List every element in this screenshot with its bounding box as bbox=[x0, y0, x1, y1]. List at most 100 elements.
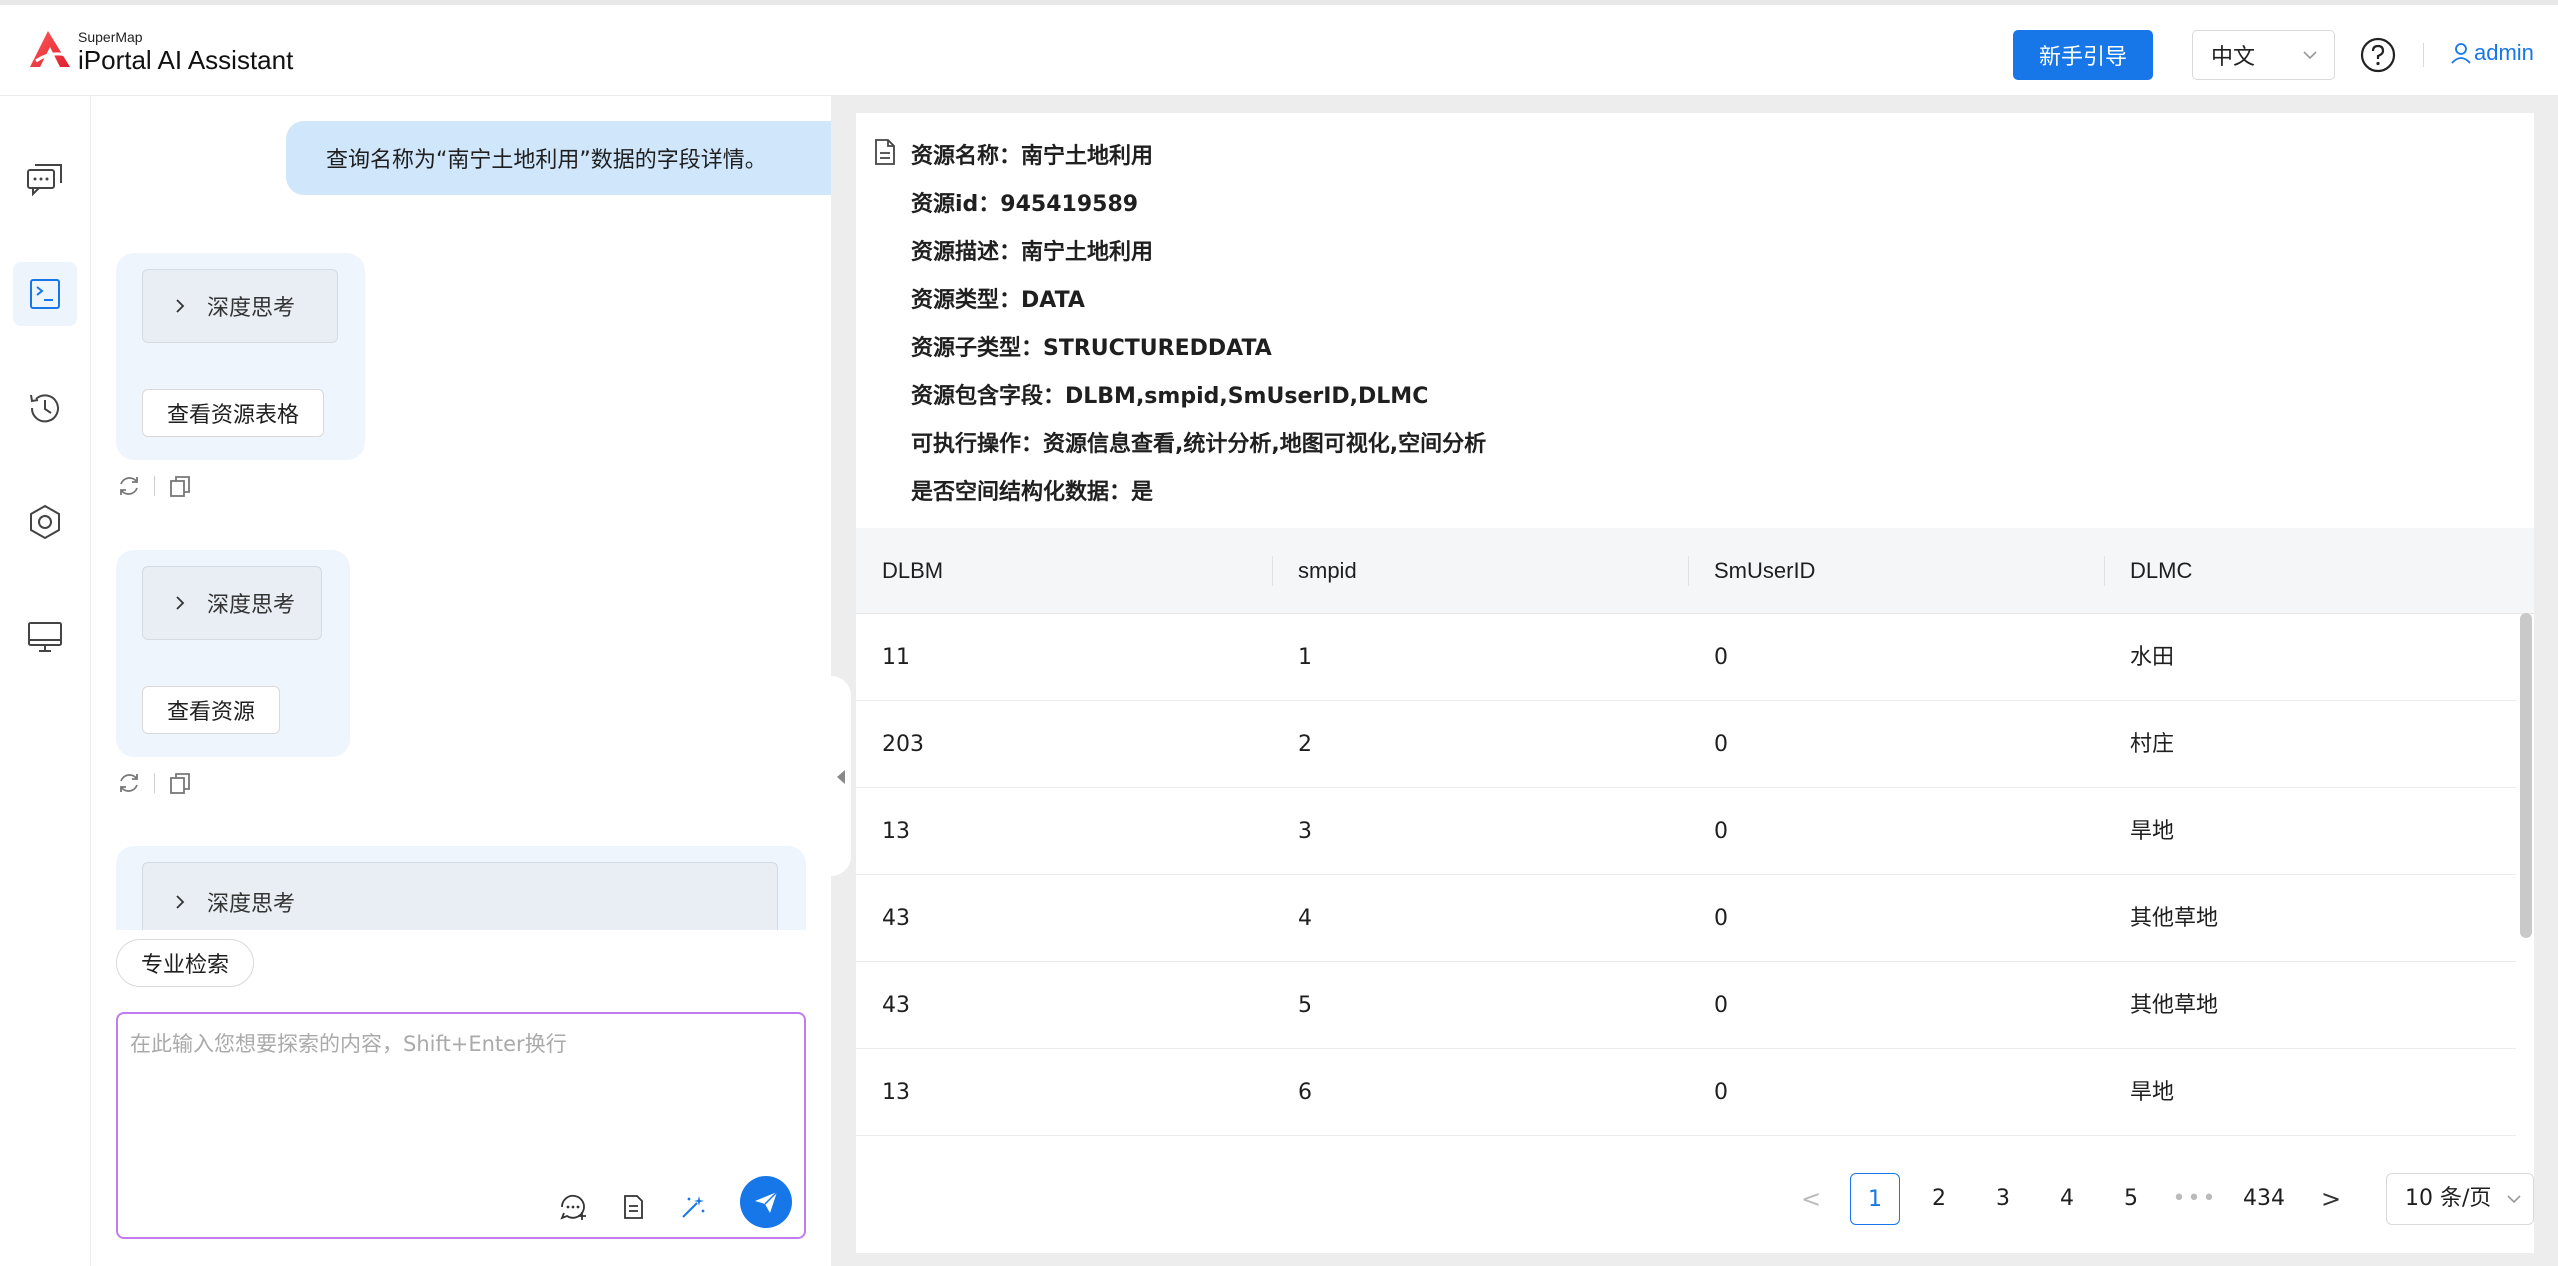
hexagon-settings-icon bbox=[30, 504, 60, 540]
column-header-smpid[interactable]: smpid bbox=[1272, 528, 1357, 614]
chat-input-box bbox=[116, 1012, 806, 1239]
nav-terminal[interactable] bbox=[13, 262, 77, 326]
table-cell: 旱地 bbox=[2130, 1080, 2175, 1105]
table-row[interactable]: 43 5 0 其他草地 bbox=[856, 962, 2516, 1049]
user-menu[interactable]: admin bbox=[2450, 40, 2534, 66]
logo: SuperMap iPortal AI Assistant bbox=[26, 27, 293, 73]
user-name: admin bbox=[2474, 40, 2534, 65]
paper-plane-icon bbox=[755, 1191, 778, 1213]
table-body: 11 1 0 水田 203 2 0 村庄 13 3 0 旱地 43 4 0 其他… bbox=[856, 614, 2516, 1139]
copy-icon[interactable] bbox=[167, 473, 193, 499]
page-1-button[interactable]: 1 bbox=[1850, 1173, 1900, 1225]
column-header-smuserid[interactable]: SmUserID bbox=[1688, 528, 1815, 614]
table-row[interactable]: 43 4 0 其他草地 bbox=[856, 875, 2516, 962]
table-cell: 4 bbox=[1298, 906, 1312, 931]
chat-panel: 查询名称为“南宁土地利用”数据的字段详情。 深度思考 查看资源表格 深度思考 查… bbox=[91, 96, 896, 1266]
send-button[interactable] bbox=[740, 1176, 792, 1228]
header-divider bbox=[2423, 43, 2424, 67]
page-size-value: 10 条/页 bbox=[2405, 1186, 2492, 1211]
magic-wand-icon[interactable] bbox=[678, 1192, 708, 1222]
message-actions bbox=[116, 473, 193, 499]
column-header-dlbm[interactable]: DLBM bbox=[856, 528, 943, 614]
table-cell: 0 bbox=[1714, 645, 1728, 670]
action-separator bbox=[154, 773, 155, 793]
supermap-logo-icon bbox=[30, 31, 70, 67]
ai-response-card: 深度思考 bbox=[116, 846, 806, 930]
help-icon[interactable] bbox=[2359, 36, 2397, 74]
table-cell: 水田 bbox=[2130, 645, 2175, 670]
table-cell: 其他草地 bbox=[2130, 993, 2219, 1018]
table-row[interactable]: 11 1 0 水田 bbox=[856, 614, 2516, 701]
chat-bubbles-icon bbox=[27, 164, 62, 197]
left-nav-rail bbox=[0, 96, 91, 1266]
resource-subtype: 资源子类型：STRUCTUREDDATA bbox=[911, 336, 1272, 361]
table-header: DLBM smpid SmUserID DLMC bbox=[856, 528, 2534, 614]
view-resource-button[interactable]: 查看资源 bbox=[142, 686, 281, 734]
pro-search-chip[interactable]: 专业检索 bbox=[116, 939, 255, 987]
deep-think-label: 深度思考 bbox=[207, 296, 296, 321]
ai-response-card: 深度思考 查看资源 bbox=[116, 550, 350, 757]
top-bar: SuperMap iPortal AI Assistant 新手引导 中文 ad… bbox=[0, 0, 2558, 96]
table-cell: 13 bbox=[882, 1080, 910, 1105]
page-5-button[interactable]: 5 bbox=[2106, 1173, 2156, 1225]
table-cell: 43 bbox=[882, 993, 910, 1018]
nav-settings[interactable] bbox=[13, 490, 77, 554]
resource-type: 资源类型：DATA bbox=[911, 288, 1085, 313]
deep-think-toggle[interactable]: 深度思考 bbox=[142, 566, 322, 640]
resource-fields: 资源包含字段：DLBM,smpid,SmUserID,DLMC bbox=[911, 384, 1429, 409]
panel-splitter[interactable] bbox=[831, 96, 856, 1266]
app-title: iPortal AI Assistant bbox=[78, 45, 294, 75]
copy-icon[interactable] bbox=[167, 770, 193, 796]
table-cell: 0 bbox=[1714, 1080, 1728, 1105]
next-page-button[interactable]: > bbox=[2306, 1173, 2356, 1225]
nav-monitor[interactable] bbox=[13, 604, 77, 668]
deep-think-label: 深度思考 bbox=[207, 892, 296, 917]
jump-pages-button[interactable]: ••• bbox=[2170, 1173, 2220, 1225]
table-scrollbar[interactable] bbox=[2520, 613, 2532, 938]
resource-operations: 可执行操作：资源信息查看,统计分析,地图可视化,空间分析 bbox=[911, 432, 1487, 457]
chat-input[interactable] bbox=[130, 1028, 780, 1148]
page-3-button[interactable]: 3 bbox=[1978, 1173, 2028, 1225]
nav-history[interactable] bbox=[13, 376, 77, 440]
table-cell: 3 bbox=[1298, 819, 1312, 844]
column-header-dlmc[interactable]: DLMC bbox=[2104, 528, 2192, 614]
table-cell: 5 bbox=[1298, 993, 1312, 1018]
chevron-right-icon bbox=[176, 299, 185, 313]
nav-chat[interactable] bbox=[13, 148, 77, 212]
table-cell: 其他草地 bbox=[2130, 906, 2219, 931]
table-row[interactable]: 13 3 0 旱地 bbox=[856, 788, 2516, 875]
chevron-right-icon bbox=[176, 596, 185, 610]
prev-page-button[interactable]: < bbox=[1786, 1173, 1836, 1225]
table-cell: 0 bbox=[1714, 993, 1728, 1018]
file-icon bbox=[875, 139, 895, 165]
last-page-button[interactable]: 434 bbox=[2234, 1173, 2294, 1225]
resource-id: 资源id：945419589 bbox=[911, 192, 1139, 217]
table-cell: 43 bbox=[882, 906, 910, 931]
table-cell: 旱地 bbox=[2130, 819, 2175, 844]
document-icon[interactable] bbox=[618, 1192, 648, 1222]
refresh-icon[interactable] bbox=[116, 770, 142, 796]
table-cell: 0 bbox=[1714, 819, 1728, 844]
chevron-right-icon bbox=[176, 895, 185, 909]
refresh-icon[interactable] bbox=[116, 473, 142, 499]
beginner-guide-button[interactable]: 新手引导 bbox=[2013, 30, 2153, 80]
history-icon bbox=[30, 394, 59, 423]
page-2-button[interactable]: 2 bbox=[1914, 1173, 1964, 1225]
page-4-button[interactable]: 4 bbox=[2042, 1173, 2092, 1225]
new-chat-icon[interactable] bbox=[558, 1192, 588, 1222]
message-actions bbox=[116, 770, 193, 796]
language-value: 中文 bbox=[2211, 45, 2256, 70]
user-icon bbox=[2451, 43, 2471, 64]
deep-think-toggle[interactable]: 深度思考 bbox=[142, 862, 778, 930]
table-row[interactable]: 203 2 0 村庄 bbox=[856, 701, 2516, 788]
chevron-down-icon bbox=[2303, 51, 2317, 60]
view-resource-table-button[interactable]: 查看资源表格 bbox=[142, 389, 325, 437]
table-row[interactable]: 13 6 0 旱地 bbox=[856, 1049, 2516, 1136]
language-select[interactable]: 中文 bbox=[2192, 30, 2335, 80]
terminal-icon bbox=[30, 279, 60, 309]
page-size-select[interactable]: 10 条/页 bbox=[2386, 1173, 2534, 1225]
deep-think-toggle[interactable]: 深度思考 bbox=[142, 269, 338, 343]
resource-is-spatial: 是否空间结构化数据：是 bbox=[911, 480, 1154, 505]
collapse-arrow-icon[interactable] bbox=[837, 770, 845, 784]
user-message: 查询名称为“南宁土地利用”数据的字段详情。 bbox=[286, 121, 896, 195]
